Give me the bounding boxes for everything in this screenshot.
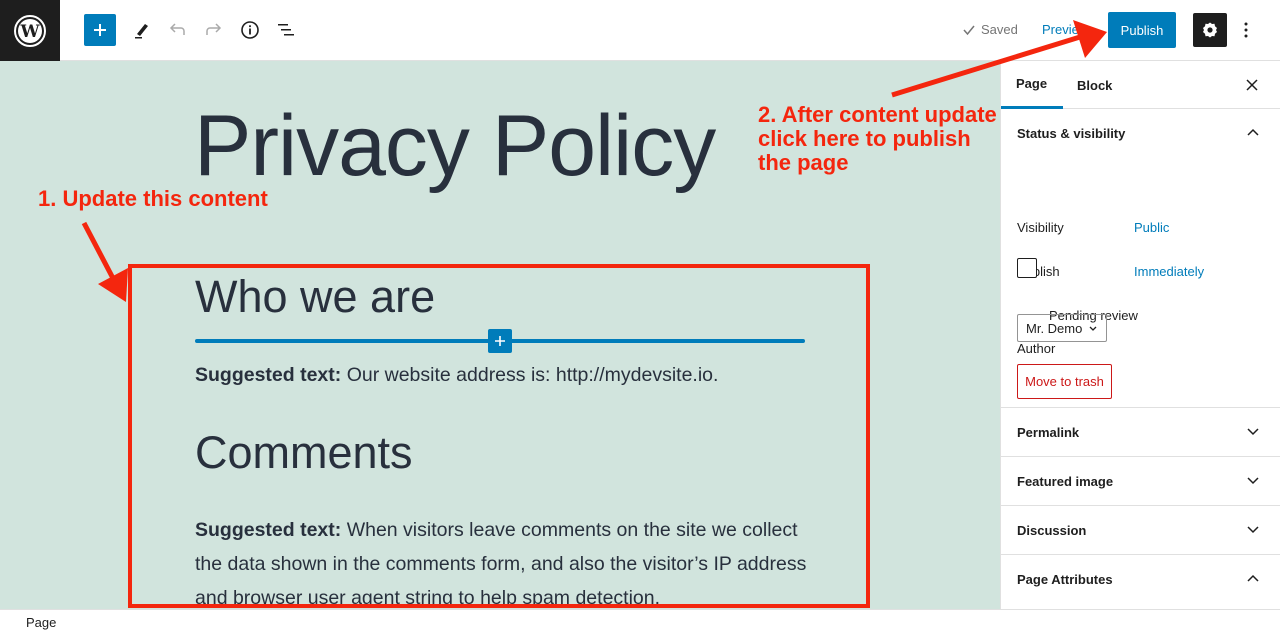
close-sidebar-button[interactable] <box>1242 75 1262 95</box>
editor-footer: Page <box>0 609 1280 634</box>
redo-button[interactable] <box>197 14 229 46</box>
check-icon <box>963 25 975 35</box>
saved-label: Saved <box>981 22 1018 37</box>
settings-button[interactable] <box>1193 13 1227 47</box>
tab-page[interactable]: Page <box>1001 61 1063 109</box>
redo-icon <box>206 23 222 35</box>
chevron-down-icon <box>1247 526 1259 534</box>
panel-title: Status & visibility <box>1017 125 1126 141</box>
visibility-label: Visibility <box>1017 220 1064 235</box>
svg-text:W: W <box>19 22 40 42</box>
permalink-toggle[interactable]: Permalink <box>1001 408 1280 456</box>
plus-icon <box>94 24 106 36</box>
annotation-step-1: 1. Update this content <box>38 186 268 211</box>
chevron-down-icon <box>1247 428 1259 436</box>
list-view-button[interactable] <box>270 14 302 46</box>
tools-button[interactable] <box>126 14 158 46</box>
panel-title: Permalink <box>1017 424 1080 440</box>
editor-header: W Saved Preview Publish <box>0 0 1280 61</box>
page-attributes-toggle[interactable]: Page Attributes <box>1001 555 1280 603</box>
page-title[interactable]: Privacy Policy <box>194 97 716 196</box>
status-visibility-panel: Status & visibility Visibility Public Pu… <box>1001 109 1280 408</box>
add-block-button[interactable] <box>84 14 116 46</box>
close-icon <box>1246 79 1258 91</box>
wordpress-logo-icon: W <box>14 14 46 47</box>
more-options-button[interactable] <box>1236 14 1256 46</box>
info-icon <box>241 21 259 39</box>
preview-button[interactable]: Preview <box>1042 22 1088 37</box>
permalink-panel: Permalink <box>1001 408 1280 457</box>
settings-sidebar: Page Block Status & visibility Visibilit… <box>1000 61 1280 609</box>
annotation-step-2-line: click here to publish <box>758 126 971 151</box>
featured-image-toggle[interactable]: Featured image <box>1001 457 1280 505</box>
gear-icon <box>1203 22 1217 38</box>
featured-image-panel: Featured image <box>1001 457 1280 506</box>
sidebar-tabs: Page Block <box>1001 61 1280 109</box>
discussion-toggle[interactable]: Discussion <box>1001 506 1280 554</box>
chevron-down-icon <box>1247 477 1259 485</box>
wordpress-logo-button[interactable]: W <box>0 0 60 61</box>
publish-date-button[interactable]: Immediately <box>1134 264 1204 279</box>
panel-title: Featured image <box>1017 473 1114 489</box>
vertical-ellipsis-icon <box>1244 22 1248 38</box>
panel-title: Discussion <box>1017 522 1087 538</box>
move-to-trash-button[interactable]: Move to trash <box>1017 364 1112 399</box>
panel-title: Page Attributes <box>1017 571 1113 587</box>
publish-button[interactable]: Publish <box>1108 12 1176 48</box>
author-select[interactable]: Mr. Demo <box>1017 314 1107 342</box>
author-value: Mr. Demo <box>1026 320 1083 336</box>
visibility-value-button[interactable]: Public <box>1134 220 1169 235</box>
pencil-icon <box>135 24 148 39</box>
undo-icon <box>169 23 185 35</box>
tab-block[interactable]: Block <box>1077 61 1112 109</box>
pending-review-checkbox[interactable] <box>1017 258 1037 278</box>
page-attributes-panel: Page Attributes <box>1001 555 1280 603</box>
list-view-icon <box>278 24 294 36</box>
chevron-up-icon <box>1247 574 1259 582</box>
chevron-up-icon <box>1247 128 1259 136</box>
chevron-down-icon <box>1089 326 1097 331</box>
annotation-step-2-line: the page <box>758 150 849 175</box>
annotation-step-2: 2. After content update click here to pu… <box>758 103 997 175</box>
saved-status: Saved <box>962 22 1018 37</box>
annotation-highlight-box <box>128 264 870 608</box>
details-button[interactable] <box>234 14 266 46</box>
discussion-panel: Discussion <box>1001 506 1280 555</box>
undo-button[interactable] <box>162 14 194 46</box>
annotation-step-2-line: 2. After content update <box>758 102 997 127</box>
status-visibility-toggle[interactable]: Status & visibility <box>1001 109 1280 157</box>
breadcrumb-page[interactable]: Page <box>26 615 56 630</box>
author-label: Author <box>1017 341 1056 356</box>
